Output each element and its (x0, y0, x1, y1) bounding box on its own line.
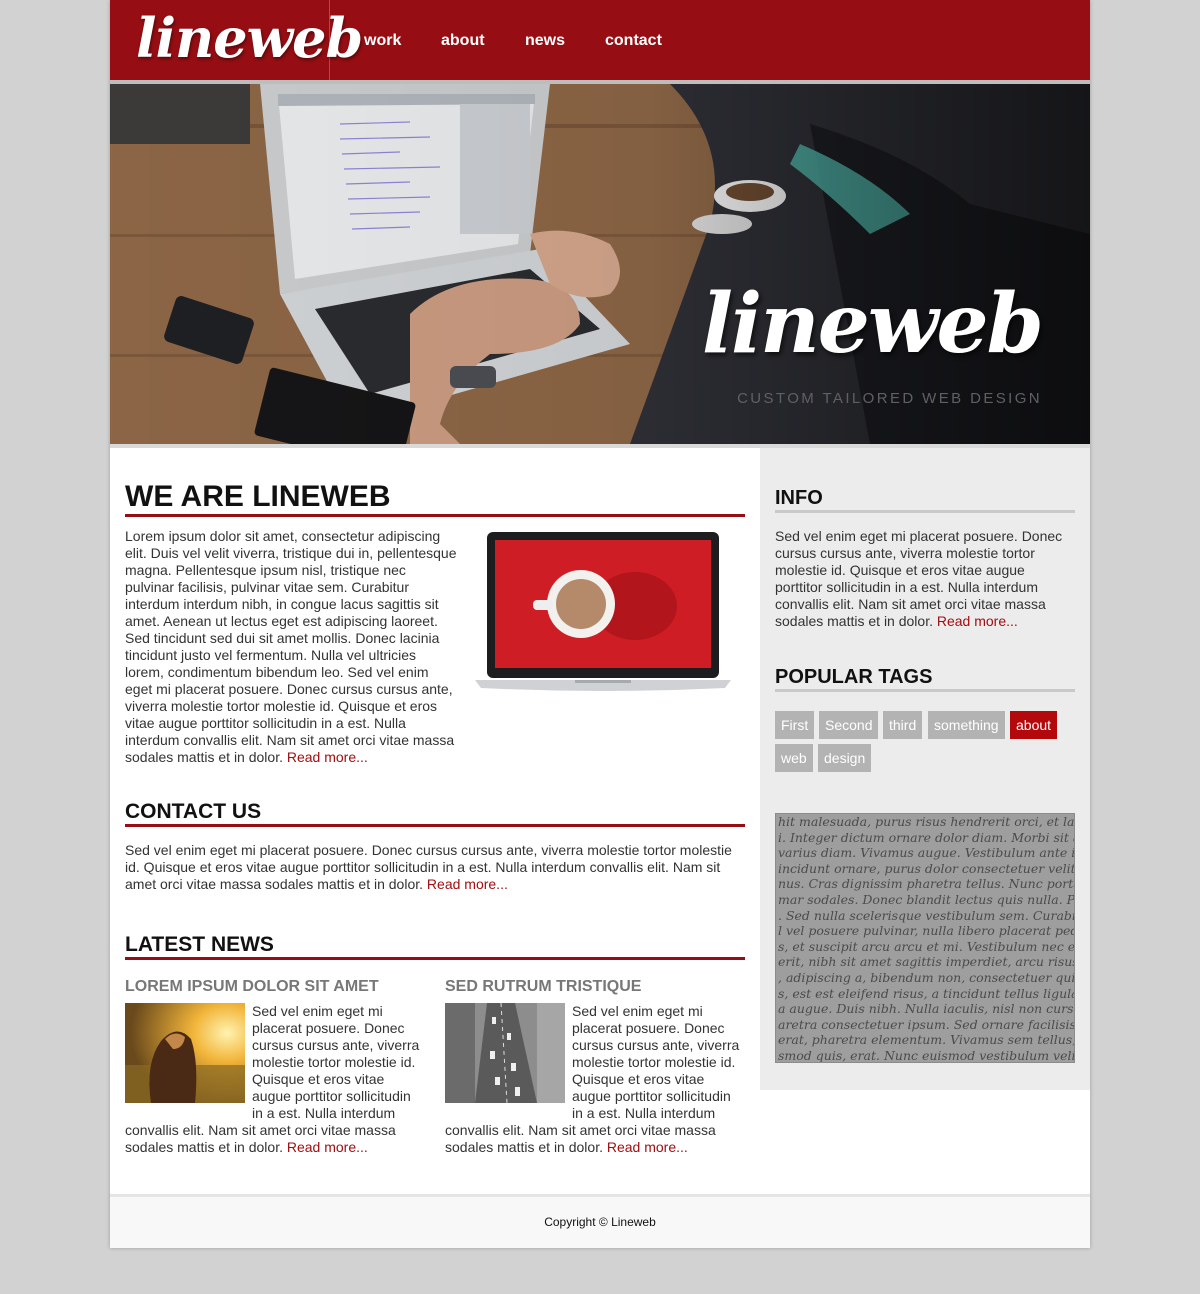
tag-third[interactable]: third (883, 711, 923, 739)
texture-line: hit malesuada, purus risus hendrerit orc… (778, 814, 1075, 829)
texture-line: , adipiscing a, bibendum non, consectetu… (778, 969, 1074, 985)
texture-line: l vel posuere pulvinar, nulla libero pla… (778, 923, 1074, 939)
about-text-block: Lorem ipsum dolor sit amet, consectetur … (125, 528, 457, 766)
hero-banner: lineweb CUSTOM TAILORED WEB DESIGN (110, 84, 1090, 444)
texture-line: varius diam. Vivamus augue. Vestibulum a… (778, 845, 1075, 861)
info-read-more-link[interactable]: Read more... (937, 613, 1018, 629)
tag-something[interactable]: something (928, 711, 1005, 739)
tag-second[interactable]: Second (819, 711, 879, 739)
info-text-block: Sed vel enim eget mi placerat posuere. D… (775, 528, 1075, 630)
contact-read-more-link[interactable]: Read more... (427, 876, 508, 892)
texture-line: s, et suscipit arcu arcu et mi. Vestibul… (778, 938, 1075, 954)
texture-line: erit, nibh sit amet sagittis imperdiet, … (778, 954, 1074, 970)
hero-tagline: CUSTOM TAILORED WEB DESIGN (737, 390, 1042, 407)
texture-line: erat, pharetra elementum. Vivamus sem te… (778, 1032, 1075, 1048)
news-item-1-read-more-link[interactable]: Read more... (287, 1139, 368, 1155)
texture-line: i. Integer dictum ornare dolor diam. Mor… (778, 829, 1074, 845)
news-item-2: Sed vel enim eget mi placerat posuere. D… (445, 1003, 745, 1156)
nav-work[interactable]: work (364, 32, 401, 50)
nav-about[interactable]: about (441, 32, 485, 50)
copyright-text: Copyright © Lineweb (544, 1215, 656, 1229)
info-text: Sed vel enim eget mi placerat posuere. D… (775, 528, 1063, 629)
tag-design[interactable]: design (818, 744, 872, 772)
tags-heading: POPULAR TAGS (775, 665, 1075, 692)
tag-about[interactable]: about (1010, 711, 1058, 739)
contact-text-block: Sed vel enim eget mi placerat posuere. D… (125, 842, 745, 893)
news-item-2-read-more-link[interactable]: Read more... (607, 1139, 688, 1155)
info-heading: INFO (775, 486, 1075, 513)
texture-line: nus. Cras dignissim pharetra tellus. Nun… (778, 876, 1074, 892)
texture-line: a augue. Duis nibh. Nulla iaculis, nisl … (778, 1001, 1074, 1017)
nav-news[interactable]: news (525, 32, 565, 50)
nav-contact[interactable]: contact (605, 32, 662, 50)
about-text: Lorem ipsum dolor sit amet, consectetur … (125, 528, 457, 765)
texture-line: smod quis, erat. Nunc euismod vestibulum… (778, 1047, 1074, 1063)
tag-web[interactable]: web (775, 744, 813, 772)
tag-first[interactable]: First (775, 711, 815, 739)
news-item-2-title[interactable]: SED RUTRUM TRISTIQUE (445, 978, 641, 996)
logo-text: lineweb (136, 6, 363, 70)
texture-line: mar sodales. Donec blandit lectus quis n… (778, 891, 1075, 907)
news-heading: LATEST NEWS (125, 933, 745, 960)
about-read-more-link[interactable]: Read more... (287, 749, 368, 765)
laptop-coffee-image (475, 532, 731, 691)
texture-line: incidunt ornare, purus dolor consectetue… (778, 860, 1074, 876)
site-footer: Copyright © Lineweb (110, 1197, 1090, 1248)
news-item-2-image[interactable] (445, 1003, 565, 1103)
sidebar: INFO Sed vel enim eget mi placerat posue… (760, 448, 1090, 1090)
news-item-1-image[interactable] (125, 1003, 245, 1103)
page-container: lineweb work about news contact lineweb … (110, 0, 1090, 1248)
texture-line: aretra consectetuer ipsum. Sed ornare fa… (778, 1016, 1075, 1032)
contact-heading: CONTACT US (125, 800, 745, 827)
news-item-1-title[interactable]: LOREM IPSUM DOLOR SIT AMET (125, 978, 379, 996)
hero-brand-text: lineweb (701, 276, 1044, 372)
texture-line: s, est est eleifend risus, a tincidunt t… (778, 985, 1074, 1001)
texture-line: . Sed nulla scelerisque vestibulum sem. … (778, 907, 1075, 923)
news-item-1: Sed vel enim eget mi placerat posuere. D… (125, 1003, 425, 1156)
site-logo[interactable]: lineweb (110, 0, 363, 80)
site-header: lineweb work about news contact (110, 0, 1090, 80)
about-heading: WE ARE LINEWEB (125, 480, 745, 517)
handwriting-texture-image: hit malesuada, purus risus hendrerit orc… (775, 813, 1075, 1063)
